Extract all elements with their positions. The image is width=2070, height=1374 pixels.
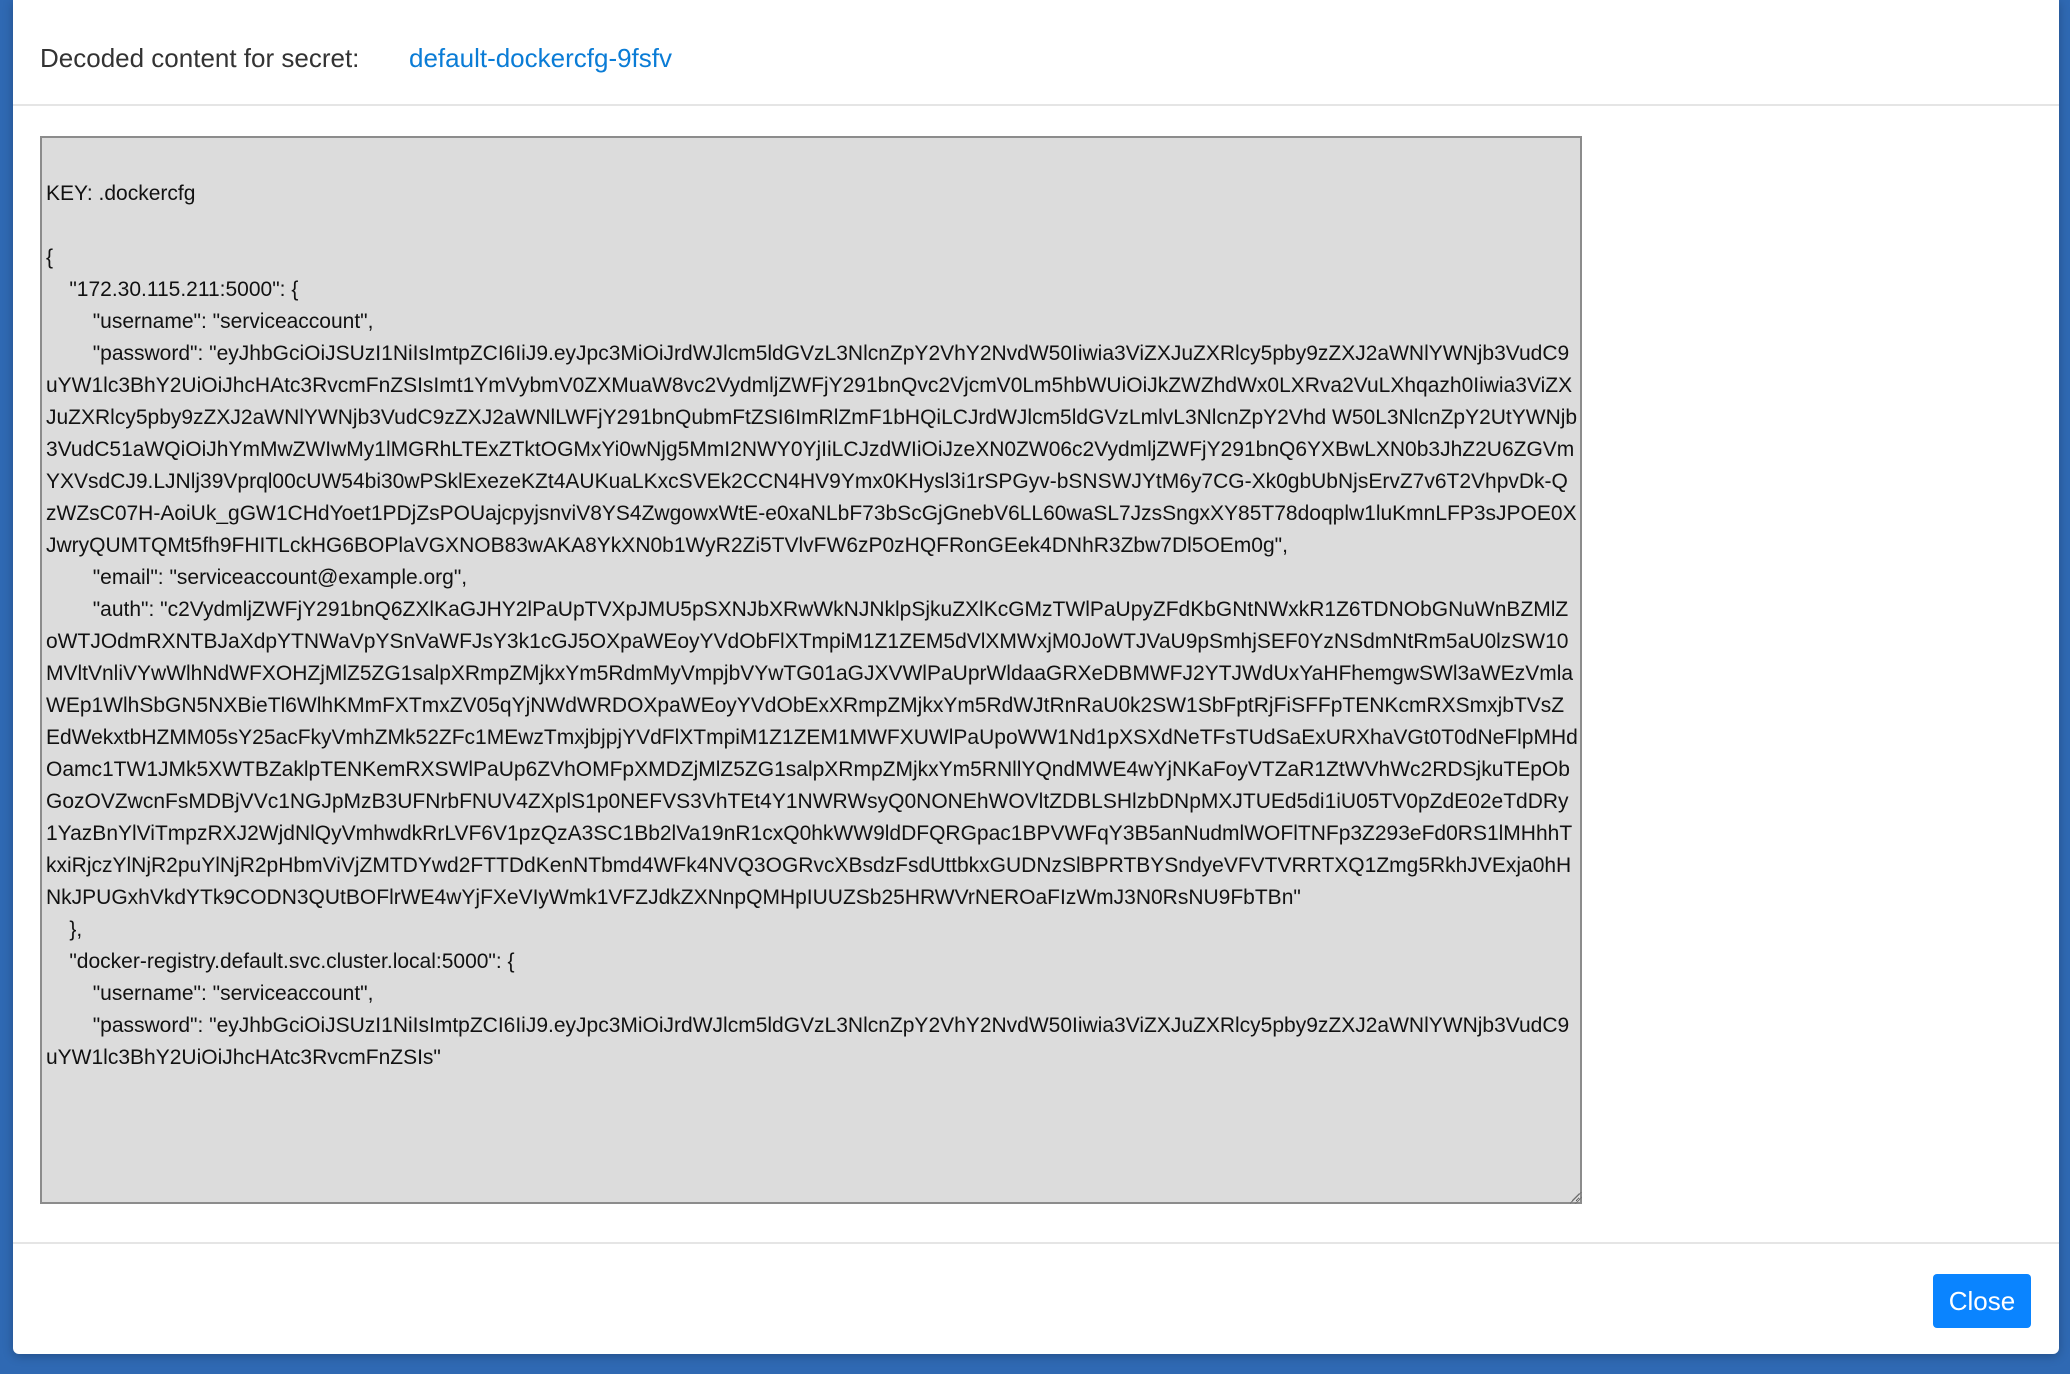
close-button[interactable]: Close — [1933, 1274, 2031, 1328]
modal-header: Decoded content for secret: default-dock… — [13, 0, 2059, 106]
decoded-content-textarea[interactable]: KEY: .dockercfg { "172.30.115.211:5000":… — [40, 136, 1582, 1204]
modal-body: KEY: .dockercfg { "172.30.115.211:5000":… — [13, 106, 2059, 1242]
modal-title-label: Decoded content for secret: — [40, 43, 360, 73]
decoded-secret-modal: Decoded content for secret: default-dock… — [13, 0, 2059, 1354]
secret-name-link[interactable]: default-dockercfg-9fsfv — [409, 42, 672, 74]
modal-footer: Close — [13, 1242, 2059, 1354]
textarea-resize-handle[interactable] — [1570, 1192, 1582, 1204]
